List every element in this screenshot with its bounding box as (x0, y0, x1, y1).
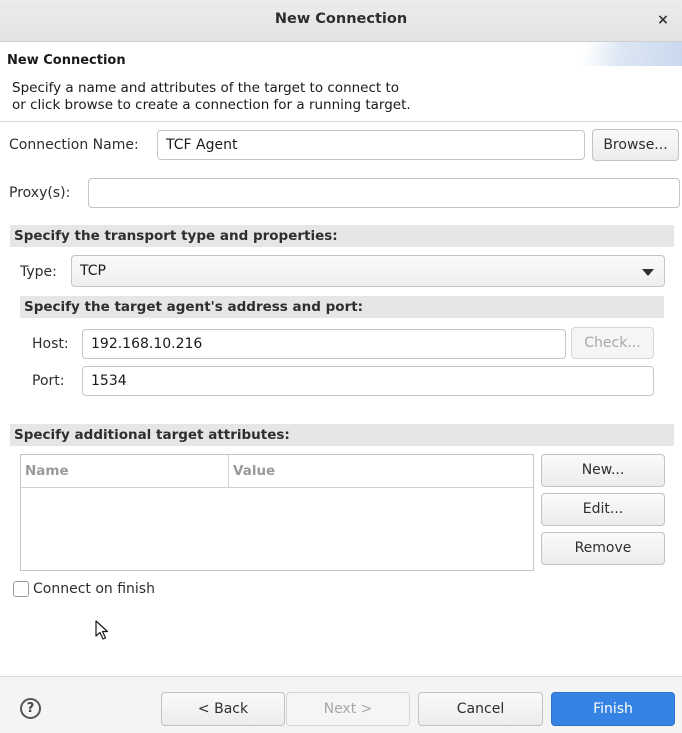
transport-type-value: TCP (80, 263, 106, 279)
proxy-input[interactable] (88, 178, 680, 208)
connect-on-finish-label[interactable]: Connect on finish (33, 581, 155, 597)
port-label: Port: (32, 373, 65, 389)
type-label: Type: (20, 264, 57, 280)
new-attribute-button[interactable]: New... (541, 454, 665, 487)
finish-button[interactable]: Finish (551, 692, 675, 726)
host-label: Host: (32, 336, 69, 352)
close-icon[interactable]: × (654, 11, 672, 29)
attributes-section-header: Specify additional target attributes: (10, 424, 674, 446)
edit-attribute-button[interactable]: Edit... (541, 493, 665, 526)
port-input[interactable]: 1534 (82, 366, 654, 396)
connection-name-input[interactable]: TCF Agent (157, 130, 585, 160)
host-input[interactable]: 192.168.10.216 (82, 329, 566, 359)
attributes-table[interactable]: Name Value (20, 454, 534, 571)
attributes-table-header: Name Value (21, 455, 533, 488)
check-button[interactable]: Check... (571, 327, 654, 359)
wizard-header: New Connection Specify a name and attrib… (0, 42, 682, 122)
address-section-header: Specify the target agent's address and p… (20, 296, 664, 318)
column-header-value[interactable]: Value (228, 455, 533, 487)
title-bar: New Connection × (0, 0, 682, 42)
chevron-down-icon (642, 269, 654, 276)
connection-name-label: Connection Name: (9, 137, 139, 153)
mouse-pointer-icon (95, 620, 109, 640)
page-description: Specify a name and attributes of the tar… (12, 80, 411, 113)
transport-section-header: Specify the transport type and propertie… (10, 225, 674, 247)
connect-on-finish-checkbox[interactable] (13, 581, 29, 597)
page-title: New Connection (7, 53, 126, 68)
back-button[interactable]: < Back (161, 692, 285, 726)
column-header-name[interactable]: Name (21, 455, 228, 487)
browse-button[interactable]: Browse... (592, 129, 679, 161)
help-icon[interactable]: ? (20, 698, 41, 719)
next-button[interactable]: Next > (286, 692, 410, 726)
remove-attribute-button[interactable]: Remove (541, 532, 665, 565)
cancel-button[interactable]: Cancel (418, 692, 543, 726)
proxy-label: Proxy(s): (9, 185, 71, 201)
transport-type-select[interactable]: TCP (71, 255, 665, 287)
window-title: New Connection (274, 11, 408, 27)
header-banner-graphic (542, 42, 682, 66)
